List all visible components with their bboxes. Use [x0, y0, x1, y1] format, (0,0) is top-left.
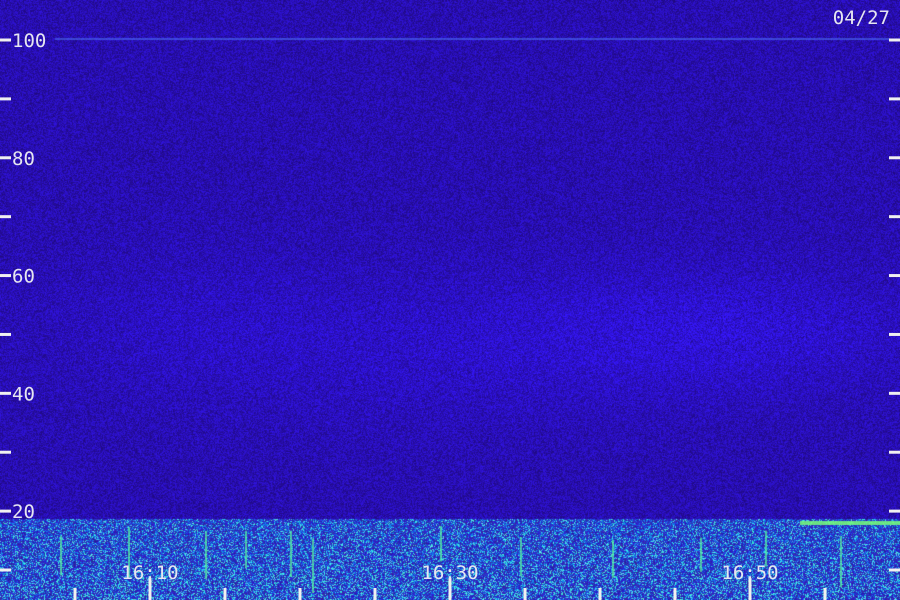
x-tick	[298, 588, 302, 600]
y-tick-right	[889, 391, 900, 395]
y-tick-left	[0, 450, 11, 454]
y-tick-right	[889, 38, 900, 42]
x-tick	[598, 588, 602, 600]
x-tick	[223, 588, 227, 600]
spectrogram-axes: 20 40 60 80 100 16:10 16:30 16:50 04/27	[0, 7, 900, 600]
y-tick-right	[889, 156, 900, 160]
y-tick-right	[889, 509, 900, 513]
y-tick-label: 20	[12, 501, 35, 523]
y-tick-right	[889, 568, 900, 572]
y-axis: 20 40 60 80 100	[0, 30, 900, 572]
y-tick-left	[0, 97, 11, 101]
x-axis: 16:10 16:30 16:50	[73, 562, 827, 600]
y-tick-left	[0, 215, 11, 219]
y-tick-right	[889, 97, 900, 101]
date-label: 04/27	[833, 7, 890, 29]
x-tick	[523, 588, 527, 600]
x-tick	[673, 588, 677, 600]
y-tick-label: 100	[12, 30, 46, 52]
y-tick-left	[0, 391, 11, 395]
y-tick-label: 80	[12, 148, 35, 170]
y-tick-left	[0, 332, 11, 336]
x-tick	[73, 588, 77, 600]
x-tick	[823, 588, 827, 600]
y-tick-left	[0, 38, 11, 42]
y-tick-left	[0, 274, 11, 278]
y-tick-label: 40	[12, 383, 35, 405]
x-tick-label: 16:30	[421, 562, 478, 584]
y-tick-label: 60	[12, 266, 35, 288]
y-tick-right	[889, 332, 900, 336]
y-tick-left	[0, 509, 11, 513]
y-tick-left	[0, 568, 11, 572]
y-tick-left	[0, 156, 11, 160]
x-tick-label: 16:10	[121, 562, 178, 584]
y-tick-right	[889, 215, 900, 219]
x-tick-label: 16:50	[721, 562, 778, 584]
y-tick-right	[889, 274, 900, 278]
y-tick-right	[889, 450, 900, 454]
x-tick	[373, 588, 377, 600]
